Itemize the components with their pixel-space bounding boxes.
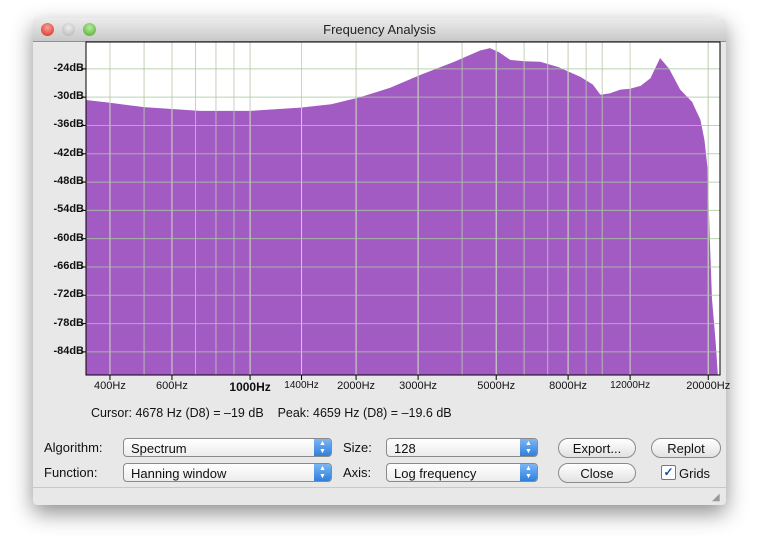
axis-label: Axis: xyxy=(343,465,372,480)
size-label: Size: xyxy=(343,440,372,455)
function-select[interactable]: Hanning window ▲ ▼ xyxy=(123,463,332,482)
x-tick-label: 1000Hz xyxy=(229,380,271,394)
updown-arrows-icon: ▲ ▼ xyxy=(314,464,331,481)
divider xyxy=(33,487,726,488)
y-tick-label: -84dB xyxy=(53,344,84,357)
peak-readout: Peak: 4659 Hz (D8) = –19.6 dB xyxy=(277,406,452,420)
status-line: Cursor: 4678 Hz (D8) = –19 dB Peak: 4659… xyxy=(91,406,452,420)
algorithm-value: Spectrum xyxy=(131,441,187,456)
size-select[interactable]: 128 ▲ ▼ xyxy=(386,438,538,457)
spectrum-plot[interactable] xyxy=(0,0,759,553)
y-tick-label: -42dB xyxy=(53,146,84,159)
function-value: Hanning window xyxy=(131,466,227,481)
x-tick-label: 20000Hz xyxy=(686,380,731,392)
grids-label: Grids xyxy=(679,466,711,481)
updown-arrows-icon: ▲ ▼ xyxy=(520,464,537,481)
x-tick-label: 600Hz xyxy=(156,380,188,392)
y-tick-label: -78dB xyxy=(53,316,84,329)
grids-checkbox[interactable]: ✓ xyxy=(661,465,676,480)
y-tick-label: -48dB xyxy=(53,175,84,188)
y-tick-label: -72dB xyxy=(53,288,84,301)
y-tick-label: -66dB xyxy=(53,259,84,272)
updown-arrows-icon: ▲ ▼ xyxy=(314,439,331,456)
algorithm-select[interactable]: Spectrum ▲ ▼ xyxy=(123,438,332,457)
algorithm-label: Algorithm: xyxy=(44,440,103,455)
y-tick-label: -30dB xyxy=(53,90,84,103)
replot-button[interactable]: Replot xyxy=(651,438,721,458)
x-tick-label: 400Hz xyxy=(94,380,126,392)
function-label: Function: xyxy=(44,465,98,480)
axis-value: Log frequency xyxy=(394,466,477,481)
updown-arrows-icon: ▲ ▼ xyxy=(520,439,537,456)
y-tick-label: -24dB xyxy=(53,61,84,74)
resize-grip-icon[interactable]: ◢ xyxy=(712,492,720,503)
x-tick-label: 2000Hz xyxy=(337,380,376,392)
x-tick-label: 3000Hz xyxy=(399,380,438,392)
size-value: 128 xyxy=(394,441,416,456)
x-tick-label: 5000Hz xyxy=(477,380,516,392)
cursor-readout: Cursor: 4678 Hz (D8) = –19 dB xyxy=(91,406,264,420)
axis-select[interactable]: Log frequency ▲ ▼ xyxy=(386,463,538,482)
x-tick-label: 8000Hz xyxy=(549,380,588,392)
y-tick-label: -60dB xyxy=(53,231,84,244)
x-tick-label: 1400Hz xyxy=(284,380,319,391)
export-button[interactable]: Export... xyxy=(558,438,636,458)
y-tick-label: -36dB xyxy=(53,118,84,131)
y-tick-label: -54dB xyxy=(53,203,84,216)
close-button[interactable]: Close xyxy=(558,463,636,483)
x-tick-label: 12000Hz xyxy=(610,380,651,391)
